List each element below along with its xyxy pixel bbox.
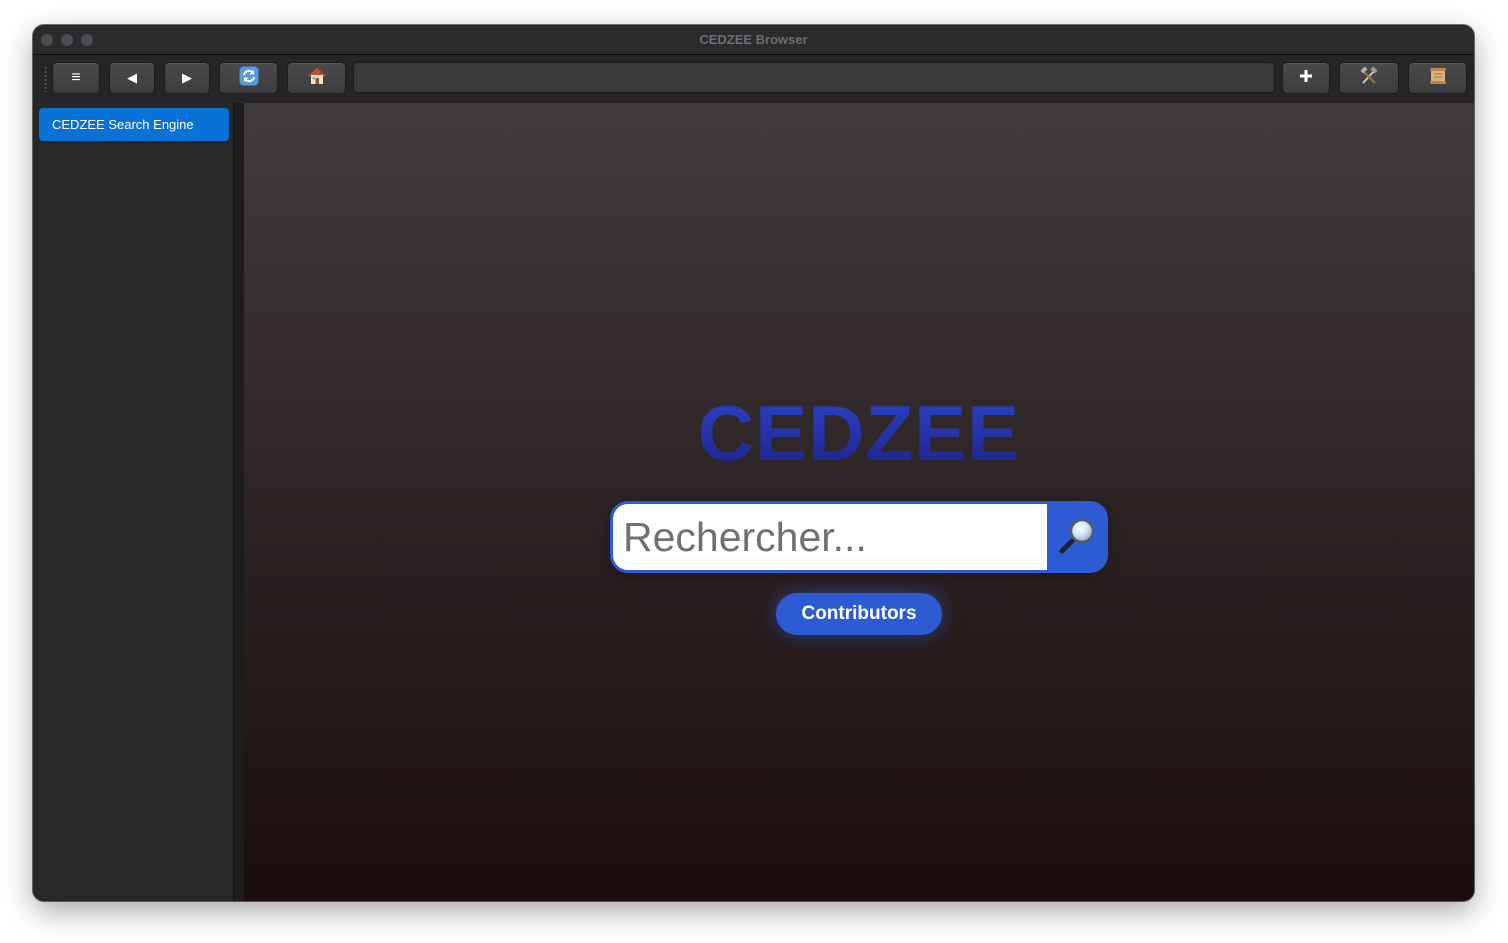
contributors-button[interactable]: Contributors xyxy=(776,593,942,635)
forward-button[interactable]: ▶ xyxy=(164,62,210,94)
toolbar-grip-handle[interactable] xyxy=(44,66,47,92)
sidebar-item-cedzee-search-engine[interactable]: CEDZEE Search Engine xyxy=(39,108,229,141)
web-content: CEDZEE Rechercher... Contributors xyxy=(244,103,1474,901)
back-button[interactable]: ◀ xyxy=(109,62,155,94)
magnifier-icon xyxy=(1058,515,1098,560)
home-icon xyxy=(307,66,327,90)
history-button[interactable] xyxy=(1408,62,1467,94)
reload-button[interactable] xyxy=(219,62,278,94)
cedzee-logo: CEDZEE xyxy=(244,388,1474,479)
search-input[interactable] xyxy=(613,504,1047,570)
tools-button[interactable] xyxy=(1339,62,1399,94)
tools-icon xyxy=(1359,66,1379,90)
menu-button[interactable]: ≡ xyxy=(52,62,100,94)
forward-arrow-icon: ▶ xyxy=(182,70,192,85)
scroll-icon xyxy=(1428,66,1448,90)
browser-window: CEDZEE Browser ≡ ◀ ▶ CEDZEE Search Engin… xyxy=(33,25,1474,901)
title-bar: CEDZEE Browser xyxy=(33,25,1474,55)
hamburger-icon: ≡ xyxy=(71,69,81,86)
plus-icon xyxy=(1299,69,1313,87)
back-arrow-icon: ◀ xyxy=(127,70,137,85)
sidebar: CEDZEE Search Engine xyxy=(33,103,233,901)
reload-icon xyxy=(238,66,259,90)
new-tab-button[interactable] xyxy=(1282,62,1330,94)
url-bar[interactable] xyxy=(353,62,1275,93)
search-box xyxy=(610,501,1108,573)
toolbar: ≡ ◀ ▶ xyxy=(33,55,1474,103)
home-button[interactable] xyxy=(287,62,346,94)
search-button[interactable] xyxy=(1048,501,1108,573)
window-title: CEDZEE Browser xyxy=(699,32,808,47)
